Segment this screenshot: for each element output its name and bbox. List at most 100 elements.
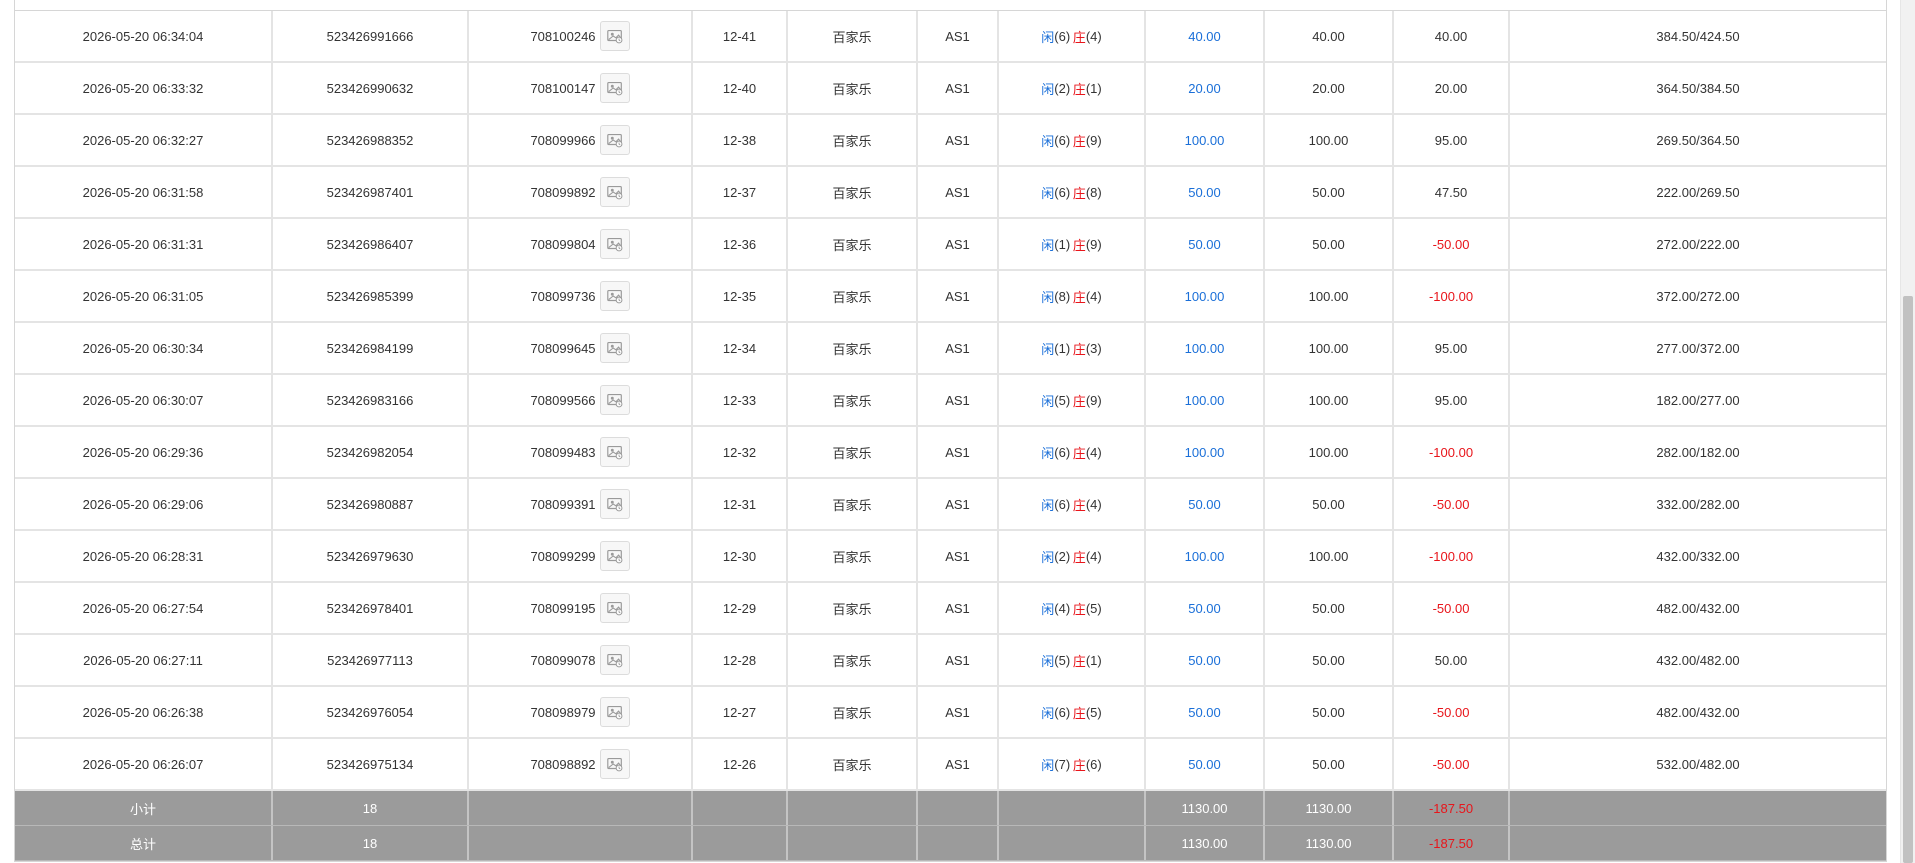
photo-icon[interactable] — [599, 385, 630, 415]
shoe-round: 12-36 — [722, 236, 757, 252]
photo-icon[interactable] — [599, 125, 630, 155]
shoe-round-cell: 12-35 — [693, 271, 788, 321]
photo-icon[interactable] — [599, 697, 630, 727]
shoe-round: 12-38 — [722, 132, 757, 148]
order-id: 523426975134 — [326, 756, 414, 772]
subtotal-count: 18 — [273, 791, 469, 825]
banker-points: (9) — [1085, 392, 1102, 408]
table-row: 2026-05-20 06:27:11 523426977113 7080990… — [15, 635, 1886, 687]
bet-time-cell: 2026-05-20 06:30:07 — [15, 375, 273, 425]
table-id: AS1 — [945, 756, 970, 772]
table-id: AS1 — [945, 340, 970, 356]
valid-bet-cell: 50.00 — [1265, 167, 1394, 217]
player-label: 闲 — [1041, 497, 1055, 513]
shoe-round: 12-40 — [722, 80, 757, 96]
photo-icon[interactable] — [599, 73, 630, 103]
order-id-cell: 523426975134 — [273, 739, 469, 789]
banker-points: (9) — [1085, 132, 1102, 148]
bet-amount[interactable]: 100.00 — [1185, 133, 1225, 148]
shoe-round: 12-33 — [722, 392, 757, 408]
table-row: 2026-05-20 06:30:34 523426984199 7080996… — [15, 323, 1886, 375]
table-row: 2026-05-20 06:32:27 523426988352 7080999… — [15, 115, 1886, 167]
bet-amount[interactable]: 50.00 — [1188, 601, 1221, 616]
bet-amount[interactable]: 100.00 — [1185, 393, 1225, 408]
order-id-cell: 523426988352 — [273, 115, 469, 165]
photo-icon[interactable] — [599, 281, 630, 311]
player-points: (1) — [1054, 340, 1071, 356]
bet-amount[interactable]: 50.00 — [1188, 757, 1221, 772]
photo-icon[interactable] — [599, 489, 630, 519]
bet-amount[interactable]: 100.00 — [1185, 445, 1225, 460]
table-id: AS1 — [945, 496, 970, 512]
photo-icon[interactable] — [599, 229, 630, 259]
balance-change: 482.00/432.00 — [1656, 600, 1740, 616]
photo-icon[interactable] — [599, 437, 630, 467]
bet-amount[interactable]: 100.00 — [1185, 341, 1225, 356]
table-id-cell: AS1 — [918, 323, 999, 373]
bet-time-cell: 2026-05-20 06:32:27 — [15, 115, 273, 165]
shoe-round-cell: 12-34 — [693, 323, 788, 373]
game-result-cell: 闲 (6) 庄 (8) — [999, 167, 1146, 217]
photo-icon[interactable] — [599, 333, 630, 363]
player-label: 闲 — [1041, 445, 1055, 461]
bet-amount[interactable]: 100.00 — [1185, 289, 1225, 304]
order-id-cell: 523426978401 — [273, 583, 469, 633]
win-loss: 20.00 — [1434, 80, 1468, 96]
game-result-cell: 闲 (6) 庄 (4) — [999, 427, 1146, 477]
bet-amount[interactable]: 20.00 — [1188, 81, 1221, 96]
bet-amount[interactable]: 50.00 — [1188, 653, 1221, 668]
round-id: 708100147 — [530, 80, 596, 96]
table-id: AS1 — [945, 80, 970, 96]
photo-icon[interactable] — [599, 749, 630, 779]
round-id-cell: 708099566 — [469, 375, 693, 425]
win-loss: 95.00 — [1434, 340, 1468, 356]
balance-cell: 364.50/384.50 — [1510, 63, 1886, 113]
win-loss: -100.00 — [1428, 444, 1474, 460]
game-result-cell: 闲 (7) 庄 (6) — [999, 739, 1146, 789]
bet-time: 2026-05-20 06:34:04 — [82, 28, 204, 44]
balance-cell: 432.00/482.00 — [1510, 635, 1886, 685]
order-id: 523426987401 — [326, 184, 414, 200]
game-type: 百家乐 — [832, 653, 872, 669]
vertical-scrollbar[interactable] — [1900, 0, 1915, 863]
valid-bet-cell: 100.00 — [1265, 427, 1394, 477]
game-type-cell: 百家乐 — [788, 687, 918, 737]
round-id-cell: 708099391 — [469, 479, 693, 529]
photo-icon[interactable] — [599, 645, 630, 675]
order-id-cell: 523426976054 — [273, 687, 469, 737]
bet-amount[interactable]: 50.00 — [1188, 497, 1221, 512]
player-label: 闲 — [1041, 185, 1055, 201]
bet-time-cell: 2026-05-20 06:30:34 — [15, 323, 273, 373]
order-id: 523426980887 — [326, 496, 414, 512]
player-label: 闲 — [1041, 653, 1055, 669]
bet-amount[interactable]: 100.00 — [1185, 549, 1225, 564]
valid-bet-cell: 20.00 — [1265, 63, 1394, 113]
table-row: 2026-05-20 06:33:32 523426990632 7081001… — [15, 63, 1886, 115]
bet-time: 2026-05-20 06:28:31 — [82, 548, 204, 564]
shoe-round-cell: 12-29 — [693, 583, 788, 633]
bet-amount[interactable]: 50.00 — [1188, 237, 1221, 252]
photo-icon[interactable] — [599, 593, 630, 623]
bet-time-cell: 2026-05-20 06:31:31 — [15, 219, 273, 269]
table-row: 2026-05-20 06:30:07 523426983166 7080995… — [15, 375, 1886, 427]
game-result-cell: 闲 (8) 庄 (4) — [999, 271, 1146, 321]
bet-time-cell: 2026-05-20 06:27:54 — [15, 583, 273, 633]
total-empty — [693, 826, 788, 860]
scrollbar-thumb[interactable] — [1903, 296, 1913, 863]
shoe-round: 12-26 — [722, 756, 757, 772]
table-row: 2026-05-20 06:31:31 523426986407 7080998… — [15, 219, 1886, 271]
photo-icon[interactable] — [599, 541, 630, 571]
round-id: 708098892 — [530, 756, 596, 772]
banker-label: 庄 — [1072, 341, 1086, 357]
bet-amount[interactable]: 50.00 — [1188, 185, 1221, 200]
bet-amount[interactable]: 40.00 — [1188, 29, 1221, 44]
round-id-cell: 708098979 — [469, 687, 693, 737]
photo-icon[interactable] — [599, 177, 630, 207]
bet-amount[interactable]: 50.00 — [1188, 705, 1221, 720]
subtotal-empty — [999, 791, 1146, 825]
player-points: (2) — [1054, 548, 1071, 564]
photo-icon[interactable] — [599, 21, 630, 51]
game-type: 百家乐 — [832, 185, 872, 201]
player-label: 闲 — [1041, 133, 1055, 149]
balance-change: 332.00/282.00 — [1656, 496, 1740, 512]
